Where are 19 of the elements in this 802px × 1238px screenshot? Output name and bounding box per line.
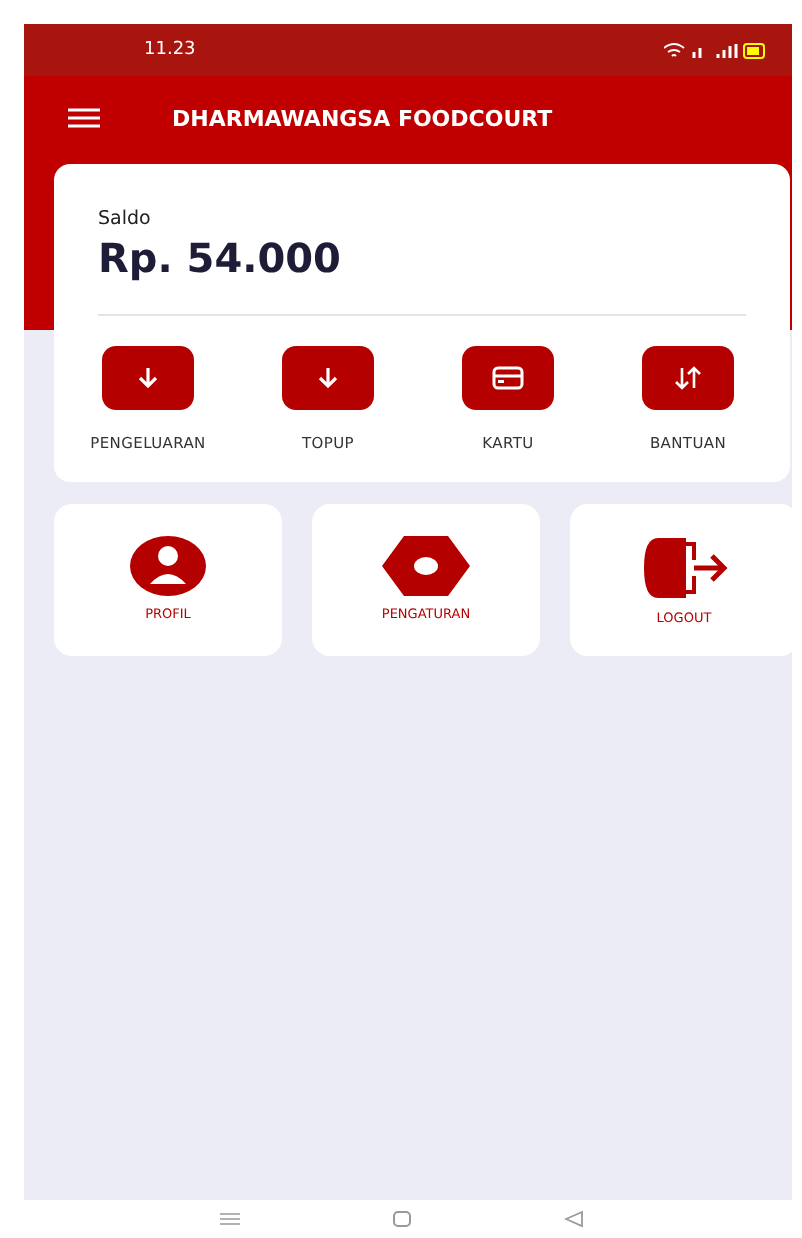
card-button[interactable] (462, 346, 554, 410)
swap-arrows-icon (672, 366, 704, 390)
status-time: 11.23 (144, 40, 196, 60)
person-icon (130, 536, 206, 596)
balance-label: Saldo (98, 208, 153, 230)
status-icons (664, 41, 768, 59)
menu-icon[interactable] (68, 108, 100, 128)
arrow-down-icon (136, 366, 160, 390)
card-icon (492, 366, 524, 390)
action-button[interactable] (282, 346, 374, 410)
action-button[interactable] (102, 346, 194, 410)
help-button[interactable] (642, 346, 734, 410)
arrow-down-icon (316, 366, 340, 390)
balance-amount: Rp. 54.000 (98, 234, 343, 282)
app-title: DHARMAWANGSA FOODCOURT (172, 105, 553, 131)
logout-icon (638, 536, 730, 600)
home-icon[interactable] (391, 1210, 411, 1228)
back-icon[interactable] (563, 1210, 583, 1228)
hexagon-nut-icon (382, 536, 470, 596)
